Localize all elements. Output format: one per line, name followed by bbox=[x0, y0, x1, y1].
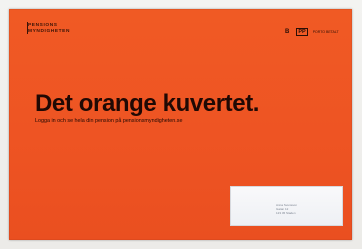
address-line-3: 123 45 Staden bbox=[276, 211, 296, 215]
subheadline: Logga in och se hela din pension på pens… bbox=[35, 118, 183, 124]
pensionsmyndigheten-logo: PENSIONS MYNDIGHETEN bbox=[28, 23, 70, 34]
postage-class-letter: B bbox=[285, 29, 290, 35]
postage-paid-text: PORTO BETALT bbox=[312, 30, 339, 34]
postage-paid-box: PP bbox=[296, 28, 308, 36]
address-window: Anna Svensson Gatan 12 123 45 Staden bbox=[230, 186, 343, 226]
headline: Det orange kuvertet. bbox=[35, 90, 260, 117]
postage-mark: B PP PORTO BETALT bbox=[285, 28, 339, 36]
address-block: Anna Svensson Gatan 12 123 45 Staden bbox=[276, 203, 297, 215]
logo-line-2: MYNDIGHETEN bbox=[28, 28, 71, 34]
orange-envelope: PENSIONS MYNDIGHETEN B PP PORTO BETALT D… bbox=[9, 9, 352, 240]
